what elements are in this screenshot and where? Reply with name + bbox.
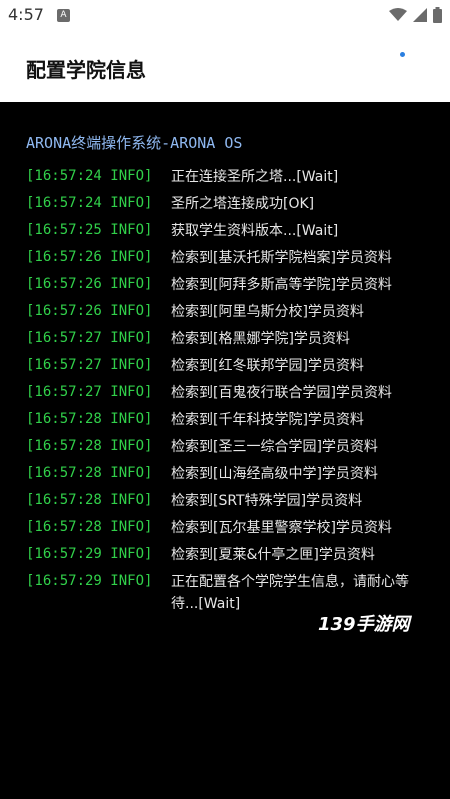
- log-row: [16:57:24 INFO] 正在连接圣所之塔...[Wait]: [26, 166, 436, 193]
- page-title: 配置学院信息: [26, 58, 146, 82]
- log-timestamp: [16:57:28 INFO]: [26, 492, 153, 508]
- log-message: 检索到[千年科技学院]学员资料: [171, 412, 364, 428]
- wifi-icon: [389, 8, 407, 21]
- log-message: 检索到[夏莱&什亭之匣]学员资料: [171, 547, 375, 563]
- log-row: [16:57:27 INFO] 检索到[红冬联邦学园]学员资料: [26, 355, 436, 382]
- log-timestamp: [16:57:27 INFO]: [26, 330, 153, 346]
- log-row: [16:57:29 INFO] 正在配置各个学院学生信息，请耐心等待...[Wai…: [26, 571, 436, 615]
- loading-indicator: [400, 52, 405, 57]
- log-message: 检索到[阿里乌斯分校]学员资料: [171, 304, 364, 320]
- log-message: 正在连接圣所之塔...[Wait]: [171, 169, 339, 185]
- log-message: 正在配置各个学院学生信息，请耐心等待...[Wait]: [171, 574, 409, 612]
- log-timestamp: [16:57:28 INFO]: [26, 519, 153, 535]
- log-message: 获取学生资料版本...[Wait]: [171, 223, 339, 239]
- log-message: 检索到[SRT特殊学园]学员资料: [171, 493, 363, 509]
- console-panel: ARONA终端操作系统-ARONA OS [16:57:24 INFO] 正在连接…: [0, 102, 450, 799]
- log-message: 检索到[山海经高级中学]学员资料: [171, 466, 378, 482]
- status-time: 4:57: [8, 5, 44, 24]
- status-bar: 4:57 A: [0, 0, 450, 32]
- log-timestamp: [16:57:28 INFO]: [26, 411, 153, 427]
- log-row: [16:57:29 INFO] 检索到[夏莱&什亭之匣]学员资料: [26, 544, 436, 571]
- log-row: [16:57:24 INFO] 圣所之塔连接成功[OK]: [26, 193, 436, 220]
- log-message: 检索到[基沃托斯学院档案]学员资料: [171, 250, 392, 266]
- log-message: 检索到[圣三一综合学园]学员资料: [171, 439, 378, 455]
- log-timestamp: [16:57:27 INFO]: [26, 357, 153, 373]
- log-timestamp: [16:57:26 INFO]: [26, 249, 153, 265]
- log-list: [16:57:24 INFO] 正在连接圣所之塔...[Wait] [16:57:…: [26, 166, 436, 615]
- log-timestamp: [16:57:28 INFO]: [26, 465, 153, 481]
- log-message: 检索到[百鬼夜行联合学园]学员资料: [171, 385, 392, 401]
- watermark-logo: 139手游网: [318, 614, 410, 635]
- log-row: [16:57:27 INFO] 检索到[格黑娜学院]学员资料: [26, 328, 436, 355]
- log-timestamp: [16:57:28 INFO]: [26, 438, 153, 454]
- log-row: [16:57:28 INFO] 检索到[SRT特殊学园]学员资料: [26, 490, 436, 517]
- notification-icon: A: [57, 9, 70, 22]
- log-row: [16:57:26 INFO] 检索到[基沃托斯学院档案]学员资料: [26, 247, 436, 274]
- log-timestamp: [16:57:29 INFO]: [26, 546, 153, 562]
- battery-icon: [433, 7, 442, 23]
- log-message: 圣所之塔连接成功[OK]: [171, 196, 315, 212]
- log-message: 检索到[瓦尔基里警察学校]学员资料: [171, 520, 392, 536]
- app-bar: 配置学院信息: [0, 32, 450, 102]
- log-row: [16:57:28 INFO] 检索到[山海经高级中学]学员资料: [26, 463, 436, 490]
- status-icons: [389, 7, 442, 23]
- log-row: [16:57:27 INFO] 检索到[百鬼夜行联合学园]学员资料: [26, 382, 436, 409]
- signal-icon: [413, 8, 427, 22]
- log-timestamp: [16:57:24 INFO]: [26, 195, 153, 211]
- log-row: [16:57:28 INFO] 检索到[瓦尔基里警察学校]学员资料: [26, 517, 436, 544]
- log-timestamp: [16:57:29 INFO]: [26, 573, 153, 589]
- log-timestamp: [16:57:26 INFO]: [26, 303, 153, 319]
- log-timestamp: [16:57:24 INFO]: [26, 168, 153, 184]
- log-row: [16:57:28 INFO] 检索到[圣三一综合学园]学员资料: [26, 436, 436, 463]
- log-message: 检索到[阿拜多斯高等学院]学员资料: [171, 277, 392, 293]
- log-row: [16:57:25 INFO] 获取学生资料版本...[Wait]: [26, 220, 436, 247]
- log-row: [16:57:28 INFO] 检索到[千年科技学院]学员资料: [26, 409, 436, 436]
- log-timestamp: [16:57:25 INFO]: [26, 222, 153, 238]
- log-message: 检索到[红冬联邦学园]学员资料: [171, 358, 364, 374]
- log-message: 检索到[格黑娜学院]学员资料: [171, 331, 350, 347]
- log-row: [16:57:26 INFO] 检索到[阿拜多斯高等学院]学员资料: [26, 274, 436, 301]
- log-timestamp: [16:57:26 INFO]: [26, 276, 153, 292]
- console-title: ARONA终端操作系统-ARONA OS: [26, 134, 243, 152]
- log-row: [16:57:26 INFO] 检索到[阿里乌斯分校]学员资料: [26, 301, 436, 328]
- log-timestamp: [16:57:27 INFO]: [26, 384, 153, 400]
